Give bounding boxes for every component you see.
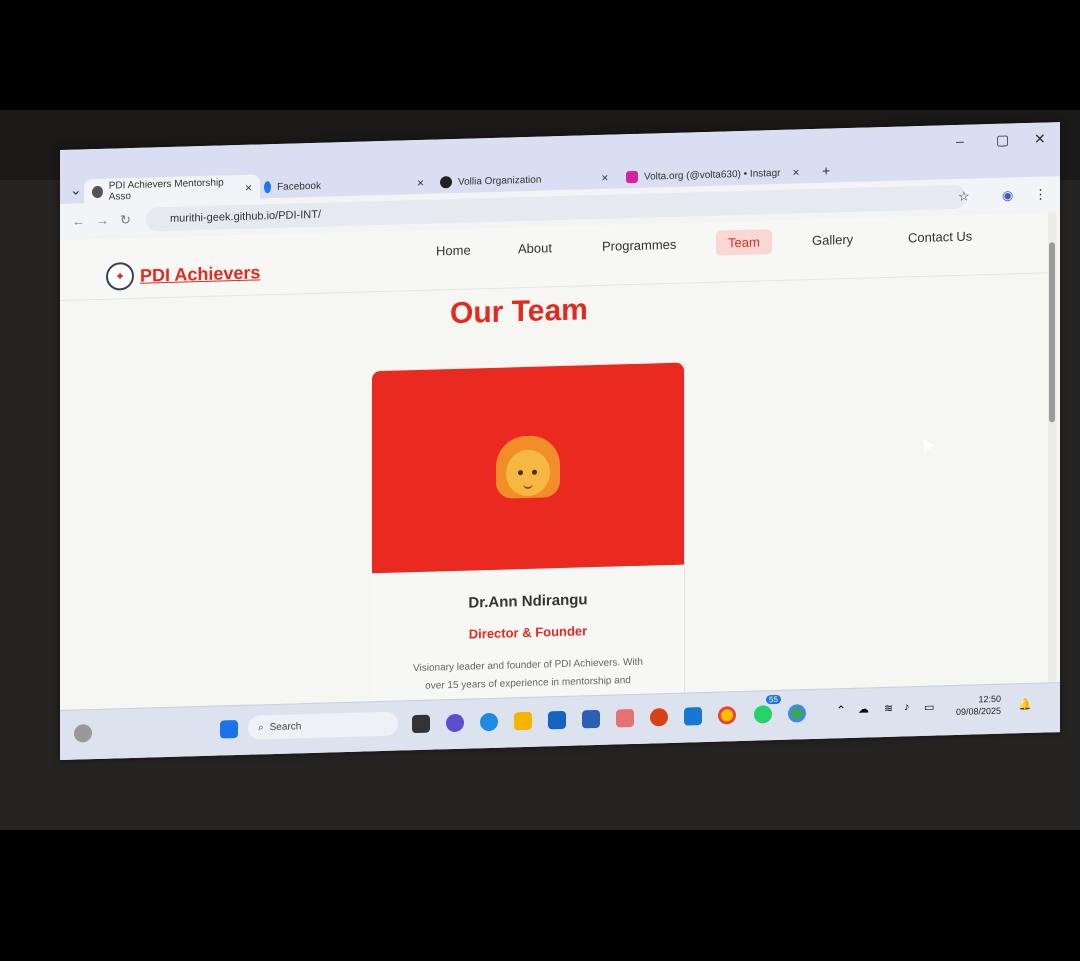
volume-icon[interactable]: ♪ [904,701,910,713]
maximize-button[interactable]: ▢ [996,131,1009,148]
scrollbar-thumb[interactable] [1049,242,1055,423]
tab-close-icon[interactable]: × [793,165,800,179]
url-text: murithi-geek.github.io/PDI-INT/ [170,208,321,225]
taskbar-clock[interactable]: 12:50 09/08/2025 [956,693,1001,718]
edge-icon[interactable] [480,712,498,732]
chrome-active-icon[interactable] [788,704,806,723]
search-icon: ⌕ [258,721,264,733]
page-title: Our Team [450,293,588,331]
tab-search-icon[interactable]: ⌄ [70,181,82,198]
powerpoint-icon[interactable] [650,708,668,727]
globe-icon [92,185,103,199]
word-icon[interactable] [582,709,600,729]
star-icon[interactable]: ☆ [958,189,970,205]
woman-avatar-icon [496,435,560,501]
projected-screen: ⌄ PDI Achievers Mentorship Asso × Facebo… [60,122,1060,760]
site-logo[interactable]: ✦ PDI Achievers [106,258,261,291]
web-page: ✦ PDI Achievers Home About Programmes Te… [60,212,1048,712]
tab-close-icon[interactable]: × [417,176,424,190]
battery-icon[interactable]: ▭ [924,701,934,714]
windows-start-icon[interactable] [220,720,238,739]
minimize-button[interactable]: – [956,133,964,149]
copilot-icon[interactable] [446,713,464,733]
forward-icon[interactable]: → [96,213,109,228]
nav-team[interactable]: Team [716,229,772,256]
nav-about[interactable]: About [518,240,552,256]
nav-gallery[interactable]: Gallery [812,232,853,248]
member-role: Director & Founder [468,623,588,642]
whatsapp-badge: 55 [766,694,781,705]
instagram-icon [626,170,638,184]
notification-icon[interactable]: 🔔 [1018,698,1032,711]
logo-icon: ✦ [106,261,134,291]
weather-icon[interactable] [74,724,92,743]
profile-icon[interactable]: ◉ [1002,187,1013,203]
tab-title: Facebook [277,180,321,193]
tab-title: PDI Achievers Mentorship Asso [108,177,224,203]
page-scrollbar[interactable] [1048,212,1056,683]
todo-icon[interactable] [684,707,702,726]
new-tab-button[interactable]: + [822,162,830,178]
file-explorer-icon[interactable] [514,711,532,731]
team-card-image [372,362,684,574]
tab-close-icon[interactable]: × [601,171,608,185]
tab-title: Vollia Organization [458,174,542,188]
chrome-icon[interactable] [718,706,736,725]
team-card: Dr.Ann Ndirangu Director & Founder Visio… [372,362,685,712]
facebook-icon [264,181,272,194]
logo-text: PDI Achievers [140,261,261,286]
store-icon[interactable] [548,710,566,730]
nav-home[interactable]: Home [436,243,471,259]
back-icon[interactable]: ← [72,213,85,228]
clock-date: 09/08/2025 [956,705,1002,717]
wifi-icon[interactable]: ≋ [884,702,893,715]
cloud-icon[interactable]: ☁ [858,702,869,715]
menu-dots-icon[interactable]: ⋮ [1034,186,1047,202]
task-view-icon[interactable] [412,714,430,734]
search-label: Search [269,720,302,733]
member-bio: Visionary leader and founder of PDI Achi… [392,653,664,697]
taskbar-search[interactable]: ⌕ Search [248,711,398,740]
member-name: Dr.Ann Ndirangu [468,591,588,612]
mouse-cursor-icon [917,435,935,453]
close-window-button[interactable]: ✕ [1034,130,1046,147]
vollia-icon [440,176,452,189]
snipping-icon[interactable] [616,708,634,728]
tab-close-icon[interactable]: × [245,181,252,195]
reload-icon[interactable]: ↻ [120,212,131,228]
whatsapp-icon[interactable] [754,705,772,724]
chevron-up-icon[interactable]: ⌃ [836,703,846,717]
nav-contact[interactable]: Contact Us [908,229,972,246]
nav-programmes[interactable]: Programmes [602,237,676,254]
tab-title: Volta.org (@volta630) • Instagr [644,167,781,183]
